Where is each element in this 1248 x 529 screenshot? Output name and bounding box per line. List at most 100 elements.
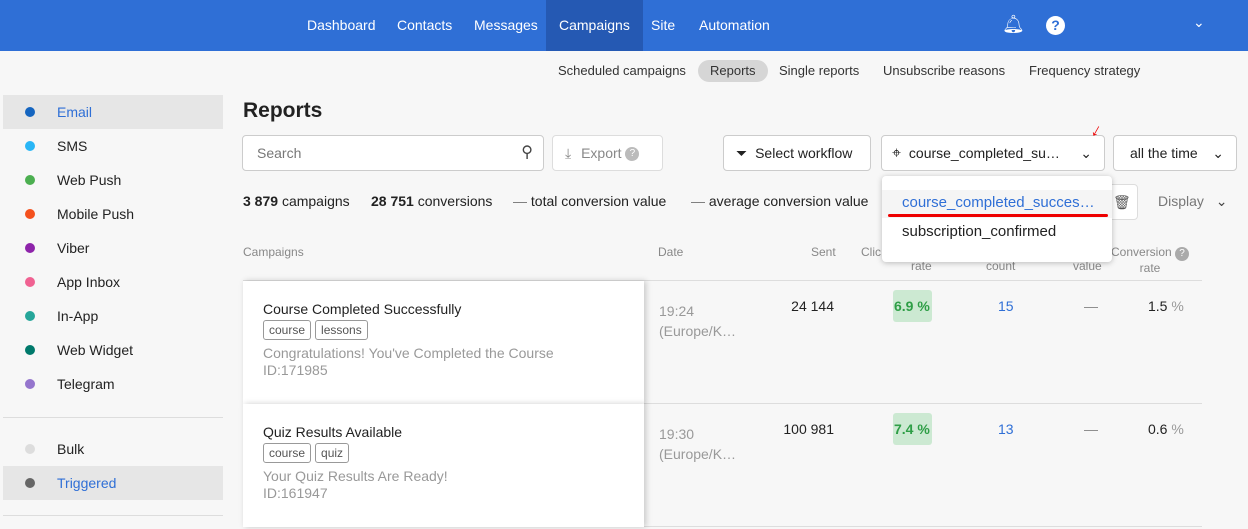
channel-dot-icon bbox=[25, 209, 35, 219]
chevron-down-icon: ⌄ bbox=[1080, 145, 1092, 161]
chevron-down-icon: ⌄ bbox=[1215, 193, 1228, 209]
dropdown-option-subscription-confirmed[interactable]: subscription_confirmed bbox=[902, 220, 1056, 244]
period-select[interactable]: all the time ⌄ bbox=[1113, 135, 1237, 171]
sidebar-item-viber[interactable]: Viber bbox=[3, 231, 223, 265]
top-nav: Dashboard Contacts Messages Campaigns Si… bbox=[0, 0, 1248, 51]
campaign-name[interactable]: Quiz Results Available bbox=[263, 424, 624, 440]
campaign-id: ID:171985 bbox=[263, 362, 328, 378]
channel-dot-icon bbox=[25, 175, 35, 185]
campaign-id: ID:161947 bbox=[263, 485, 328, 501]
subnav-reports[interactable]: Reports bbox=[698, 60, 768, 82]
subnav-scheduled[interactable]: Scheduled campaigns bbox=[546, 60, 698, 82]
sidebar-item-label: Mobile Push bbox=[57, 206, 135, 222]
conversion-count-link[interactable]: 15 bbox=[998, 298, 1014, 314]
bell-icon[interactable]: 🔔︎ bbox=[1002, 14, 1025, 35]
campaign-subject: Congratulations! You've Completed the Co… bbox=[263, 345, 554, 361]
sent-count: 24 144 bbox=[791, 298, 834, 314]
help-icon[interactable]: ? bbox=[625, 147, 640, 162]
channel-dot-icon bbox=[25, 107, 35, 117]
conversions-count: 28 751 conversions bbox=[371, 193, 493, 209]
campaign-tags: course lessons bbox=[263, 317, 624, 340]
campaign-date: 19:30 (Europe/K… bbox=[659, 426, 737, 462]
sidebar-item-triggered[interactable]: Triggered bbox=[3, 466, 223, 500]
search-icon: ⚲ bbox=[521, 144, 533, 161]
tag[interactable]: course bbox=[263, 320, 312, 340]
campaigns-count: 3 879 campaigns bbox=[243, 193, 350, 209]
average-conversion-value: — average conversion value bbox=[691, 193, 869, 209]
header-campaigns[interactable]: Campaigns bbox=[243, 245, 304, 260]
sidebar-item-label: Telegram bbox=[57, 376, 115, 392]
header-date[interactable]: Date bbox=[658, 245, 683, 260]
header-conversion-rate[interactable]: Conversion ? rate bbox=[1111, 245, 1190, 276]
channel-dot-icon bbox=[25, 277, 35, 287]
conversion-count-link[interactable]: 13 bbox=[998, 421, 1014, 437]
channel-dot-icon bbox=[25, 311, 35, 321]
nav-contacts[interactable]: Contacts bbox=[384, 0, 465, 51]
chevron-down-icon: ⌄ bbox=[1212, 145, 1224, 161]
divider bbox=[3, 515, 223, 516]
subnav-unsubscribe[interactable]: Unsubscribe reasons bbox=[871, 60, 1017, 82]
type-dot-icon bbox=[25, 444, 35, 454]
sidebar-item-in-app[interactable]: In-App bbox=[3, 299, 223, 333]
conversion-rate: 0.6 % bbox=[1148, 421, 1184, 437]
campaign-card[interactable]: Course Completed Successfully course less… bbox=[243, 281, 644, 404]
download-icon: ⤓ bbox=[565, 145, 572, 161]
table-row[interactable]: Quiz Results Available course quiz Your Q… bbox=[243, 404, 1202, 527]
select-workflow-label: Select workflow bbox=[755, 145, 853, 161]
header-clicks[interactable]: Clic bbox=[861, 245, 881, 260]
sidebar-item-email[interactable]: Email bbox=[3, 95, 223, 129]
select-workflow-button[interactable]: ⏷ Select workflow bbox=[723, 135, 871, 171]
campaign-date: 19:24 (Europe/K… bbox=[659, 303, 737, 339]
period-value: all the time bbox=[1130, 145, 1198, 161]
search-input[interactable]: Search ⚲ bbox=[242, 135, 544, 171]
sidebar-item-label: In-App bbox=[57, 308, 99, 324]
channel-dot-icon bbox=[25, 243, 35, 253]
conversion-value: — bbox=[1084, 421, 1098, 437]
table-row[interactable]: Course Completed Successfully course less… bbox=[243, 281, 1202, 404]
sidebar-item-label: Email bbox=[57, 104, 93, 120]
help-icon[interactable]: ? bbox=[1046, 16, 1065, 35]
sidebar-item-web-push[interactable]: Web Push bbox=[3, 163, 223, 197]
tag[interactable]: lessons bbox=[315, 320, 368, 340]
sidebar-item-bulk[interactable]: Bulk bbox=[3, 432, 223, 466]
export-button[interactable]: ⤓ Export ? bbox=[552, 135, 663, 171]
trash-icon: 🗑︎ bbox=[1113, 194, 1131, 210]
tag[interactable]: quiz bbox=[315, 443, 350, 463]
help-icon: ? bbox=[1175, 247, 1190, 261]
conversion-value: — bbox=[1084, 298, 1098, 314]
event-dropdown-menu: course_completed_succes… subscription_co… bbox=[882, 176, 1112, 262]
nav-campaigns[interactable]: Campaigns bbox=[546, 0, 643, 51]
campaign-card[interactable]: Quiz Results Available course quiz Your Q… bbox=[243, 404, 644, 527]
click-rate-badge: 6.9 % bbox=[893, 290, 932, 322]
nav-site[interactable]: Site bbox=[638, 0, 688, 51]
sidebar-item-telegram[interactable]: Telegram bbox=[3, 367, 223, 401]
total-conversion-value: — total conversion value bbox=[513, 193, 667, 209]
nav-messages[interactable]: Messages bbox=[461, 0, 551, 51]
nav-dashboard[interactable]: Dashboard bbox=[294, 0, 389, 51]
sidebar-item-web-widget[interactable]: Web Widget bbox=[3, 333, 223, 367]
event-select-value: course_completed_su… bbox=[908, 145, 1060, 161]
red-underline-annotation bbox=[888, 214, 1108, 217]
page-title: Reports bbox=[243, 99, 323, 122]
sidebar-item-mobile-push[interactable]: Mobile Push bbox=[3, 197, 223, 231]
sent-count: 100 981 bbox=[783, 421, 834, 437]
sidebar-item-label: Web Push bbox=[57, 172, 122, 188]
funnel-icon: ⏷ bbox=[736, 145, 748, 161]
campaign-name[interactable]: Course Completed Successfully bbox=[263, 301, 624, 317]
sidebar-item-app-inbox[interactable]: App Inbox bbox=[3, 265, 223, 299]
nav-automation[interactable]: Automation bbox=[686, 0, 783, 51]
event-select[interactable]: ⌖ course_completed_su… ⌄ bbox=[881, 135, 1105, 171]
crosshair-icon: ⌖ bbox=[892, 145, 902, 162]
tag[interactable]: course bbox=[263, 443, 312, 463]
sidebar-item-sms[interactable]: SMS bbox=[3, 129, 223, 163]
header-sent[interactable]: Sent bbox=[811, 245, 836, 260]
click-rate-badge: 7.4 % bbox=[893, 413, 932, 445]
sidebar-item-label: Viber bbox=[57, 240, 90, 256]
chevron-down-icon[interactable]: ⌄ bbox=[1193, 14, 1205, 31]
export-label: Export bbox=[581, 145, 622, 161]
subnav-frequency[interactable]: Frequency strategy bbox=[1017, 60, 1152, 82]
display-toggle[interactable]: Display ⌄ bbox=[1158, 193, 1228, 210]
subnav-single-reports[interactable]: Single reports bbox=[767, 60, 871, 82]
search-placeholder: Search bbox=[257, 145, 302, 161]
sidebar-item-label: Bulk bbox=[57, 441, 85, 457]
